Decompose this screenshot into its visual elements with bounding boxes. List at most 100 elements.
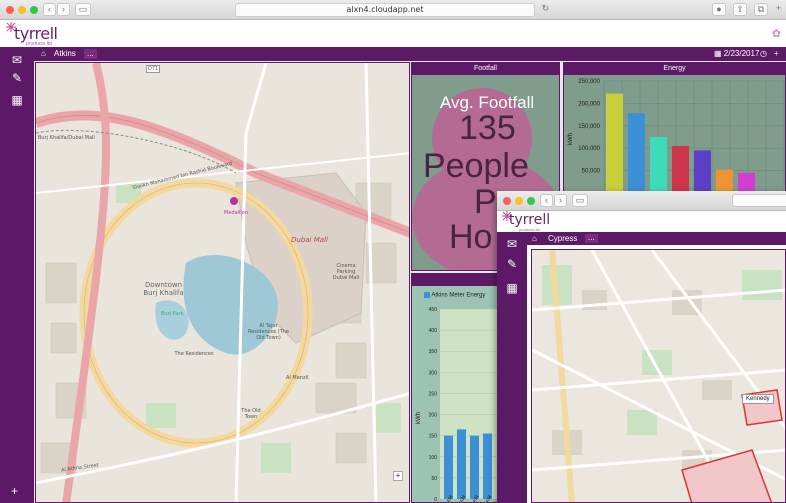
overlay-browser-window[interactable]: ‹ › ▭ tyrrell products ltd ✉ ✎ ▦ ⌂ Cypre…	[497, 191, 786, 503]
meter-y-tick: 150	[429, 434, 438, 440]
mail-icon[interactable]: ✉	[10, 54, 24, 66]
meter-y-tick: 450	[429, 307, 438, 313]
new-tab-icon[interactable]: +	[773, 3, 784, 16]
back-icon[interactable]: ‹	[43, 3, 56, 16]
tabs-icon[interactable]: ⧉	[754, 3, 768, 16]
overlay-pin-icon[interactable]: ✎	[505, 258, 519, 270]
overlay-sidebar-icon[interactable]: ▭	[572, 194, 588, 207]
address-bar[interactable]: alxn4.cloudapp.net	[235, 3, 535, 17]
dashboard-title[interactable]: Atkins	[54, 47, 76, 61]
energy-bar[interactable]	[672, 145, 689, 192]
overlay-close-icon[interactable]	[503, 197, 511, 205]
overlay-toolbar: ⌂ Cypress ...	[527, 232, 786, 245]
map-label-dubai-mall: Dubai Mall	[291, 236, 328, 244]
overlay-back-icon[interactable]: ‹	[540, 194, 553, 207]
meter-bar[interactable]	[483, 433, 492, 499]
energy-panel: Energy 50,000 100,000 150,000 200,000 250,00…	[563, 62, 786, 192]
meter-y-tick: 100	[429, 455, 438, 461]
meter-legend: Atkins Meter Energy	[424, 292, 485, 299]
overlay-dashboard-title[interactable]: Cypress	[548, 232, 577, 245]
energy-bar[interactable]	[606, 93, 623, 192]
meter-bar[interactable]	[470, 435, 479, 499]
meter-y-tick: 250	[429, 391, 438, 397]
reload-icon[interactable]: ↻	[541, 3, 550, 16]
energy-bar[interactable]	[694, 150, 711, 192]
meter-y-tick: 50	[431, 476, 437, 482]
pin-icon[interactable]: ✎	[10, 72, 24, 84]
browser-chrome: ‹ › ▭ alxn4.cloudapp.net ↻ ● ⇪ ⧉ +	[0, 0, 786, 20]
grid-icon[interactable]: ▦	[10, 94, 24, 106]
energy-header: Energy	[564, 63, 785, 75]
overlay-address-bar[interactable]	[732, 194, 786, 207]
meter-energy-panel: Atkins Meter Energy 0 50 100 150 200 250 300 35…	[411, 273, 501, 503]
energy-bar[interactable]	[628, 113, 645, 192]
forward-icon[interactable]: ›	[57, 3, 70, 16]
meter-bar[interactable]	[444, 435, 453, 499]
energy-y-tick: 250,000	[578, 79, 600, 85]
energy-bar[interactable]	[738, 172, 755, 192]
date-label: 2/23/2017	[723, 49, 760, 58]
meter-legend-label: Atkins Meter Energy	[431, 292, 486, 299]
energy-y-tick: 50,000	[582, 169, 601, 175]
energy-y-label: kWh	[568, 133, 574, 145]
overlay-mail-icon[interactable]: ✉	[505, 238, 519, 250]
footfall-unit-3: Ho	[449, 218, 493, 256]
medallion-marker	[230, 197, 238, 205]
overlay-chrome: ‹ › ▭	[497, 191, 786, 211]
map-canvas[interactable]	[36, 63, 410, 503]
meter-y-label: kWh	[416, 412, 422, 424]
map-label-cinema: Cinema Parking Dubai Mall	[332, 263, 360, 281]
overlay-logo-text[interactable]: tyrrell	[509, 212, 550, 228]
clock-icon[interactable]: ◷	[760, 47, 767, 61]
map-label-al-manzil: Al Manzil	[286, 375, 309, 381]
gear-icon[interactable]: ✿	[772, 27, 781, 40]
energy-bar[interactable]	[650, 137, 667, 192]
overlay-home-icon[interactable]: ⌂	[532, 232, 537, 245]
meter-legend-swatch	[424, 292, 430, 298]
date-picker[interactable]: ▦ 2/23/2017	[714, 47, 759, 61]
dashboard-toolbar: ⌂ Atkins ... ▦ 2/23/2017 ◷ + ✐	[34, 47, 786, 61]
overlay-map-panel[interactable]: Kennedy	[531, 249, 786, 503]
add-widget-icon[interactable]: +	[774, 47, 779, 61]
map-label-medallion: Medallion	[224, 210, 249, 216]
meter-bar[interactable]	[457, 429, 466, 499]
meter-y-tick: 0	[434, 497, 437, 503]
overlay-maximize-icon[interactable]	[527, 197, 535, 205]
energy-chart[interactable]: 50,000 100,000 150,000 200,000 250,000 kWh	[564, 75, 786, 192]
overlay-more-button[interactable]: ...	[585, 234, 598, 243]
meter-y-tick: 350	[429, 349, 438, 355]
map-label-d71: D71	[146, 65, 161, 73]
tyrrell-logo[interactable]: tyrrell products ltd	[4, 21, 64, 47]
sidebar: ✉ ✎ ▦	[0, 47, 34, 503]
meter-y-tick: 300	[429, 370, 438, 376]
overlay-app-header: tyrrell products ltd	[497, 211, 786, 232]
meter-chart[interactable]: 050100150200250300350400450kWhAM AM AM AM	[412, 299, 501, 503]
overlay-forward-icon[interactable]: ›	[554, 194, 567, 207]
minimize-window-icon[interactable]	[18, 6, 26, 14]
meter-header	[412, 274, 500, 286]
kennedy-tooltip: Kennedy	[742, 394, 774, 404]
energy-y-tick: 100,000	[578, 146, 600, 152]
energy-bar[interactable]	[716, 169, 733, 192]
overlay-minimize-icon[interactable]	[515, 197, 523, 205]
add-icon[interactable]: +	[11, 484, 18, 498]
zoom-in-button[interactable]: +	[393, 471, 403, 481]
more-button[interactable]: ...	[84, 49, 97, 59]
share-icon[interactable]: ⇪	[733, 3, 747, 16]
overlay-grid-icon[interactable]: ▦	[505, 282, 519, 294]
overlay-sidebar: ✉ ✎ ▦	[497, 232, 527, 503]
footfall-header: Footfall	[412, 63, 559, 75]
close-window-icon[interactable]	[6, 6, 14, 14]
map-label-metro: Burj Khalifa/Dubai Mall	[38, 135, 95, 141]
map-panel[interactable]: Dubai Mall Downtown Burj Khalifa The Res…	[35, 62, 410, 503]
energy-y-tick: 150,000	[578, 124, 600, 130]
footfall-unit: People	[423, 147, 529, 185]
privacy-icon[interactable]: ●	[712, 3, 726, 16]
home-icon[interactable]: ⌂	[41, 47, 46, 61]
meter-y-tick: 400	[429, 328, 438, 334]
overlay-map-canvas[interactable]	[532, 250, 786, 503]
maximize-window-icon[interactable]	[30, 6, 38, 14]
calendar-icon: ▦	[714, 49, 722, 58]
sidebar-toggle-icon[interactable]: ▭	[75, 3, 91, 16]
map-label-burj-park: Burj Park	[161, 311, 184, 317]
